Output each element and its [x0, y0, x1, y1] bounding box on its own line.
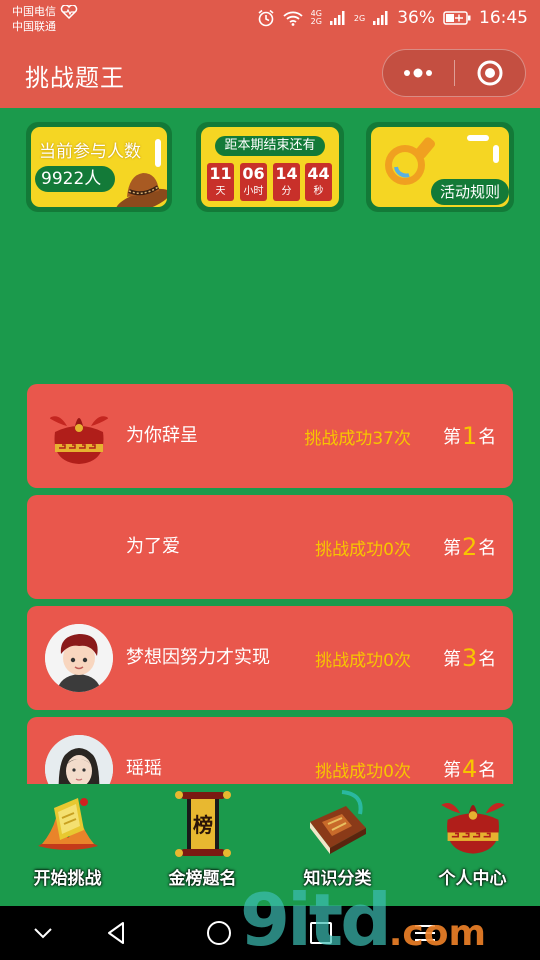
countdown-card: 距本期结束还有 11 天 06 小时 14 分 44 秒 — [196, 122, 344, 212]
clock: 16:45 — [479, 8, 528, 28]
trophy-icon — [38, 798, 98, 850]
countdown-minutes: 14 分 — [273, 163, 300, 201]
system-nav-bar: 9itd.com — [0, 884, 540, 960]
ranking-item[interactable]: 瑶瑶 挑战成功0次 第4名 — [27, 717, 513, 784]
rank-number: 3 — [462, 644, 478, 672]
girl-photo-avatar — [45, 735, 113, 784]
close-mini-program-button[interactable] — [455, 49, 526, 97]
participants-count: 9922人 — [35, 166, 116, 192]
wifi-icon — [282, 11, 303, 26]
title-bar: 挑战题王 — [0, 38, 540, 108]
rank-position: 第4名 — [443, 755, 497, 783]
scroll-character: 榜 — [193, 813, 213, 837]
signal-icon-1 — [329, 11, 345, 25]
rank-number: 1 — [462, 422, 478, 450]
target-close-icon — [477, 60, 503, 86]
status-bar: 中国电信 中国联通 4G 2G 2G 36% 16:45 — [0, 0, 540, 38]
signal-icon-2 — [373, 11, 388, 25]
back-icon[interactable] — [102, 918, 132, 948]
network-type-1: 4G 2G — [310, 9, 322, 26]
cowboy-hat-icon — [116, 173, 167, 207]
countdown-heading: 距本期结束还有 — [215, 136, 325, 156]
cartoon-boy-avatar — [45, 624, 113, 692]
network-type-2: 2G — [353, 13, 366, 23]
carrier-info: 中国电信 中国联通 — [12, 4, 78, 34]
scroll-icon: 榜 — [175, 791, 231, 857]
lucky-bag-icon — [49, 416, 109, 464]
ranking-item[interactable]: 为你辞呈 挑战成功37次 第1名 — [27, 384, 513, 488]
rank-number: 4 — [462, 755, 478, 783]
page-title: 挑战题王 — [25, 64, 125, 92]
user-name: 瑶瑶 — [126, 758, 162, 779]
more-dots-icon — [404, 68, 433, 78]
carrier-1: 中国电信 — [12, 5, 56, 18]
challenge-count: 挑战成功0次 — [315, 539, 411, 560]
user-name: 为你辞呈 — [126, 425, 198, 446]
user-name: 梦想因努力才实现 — [126, 647, 270, 668]
avatar — [45, 735, 113, 784]
more-menu-button[interactable] — [383, 49, 454, 97]
participants-card: 当前参与人数 9922人 — [26, 122, 172, 212]
challenge-count: 挑战成功0次 — [315, 761, 411, 782]
card-corner-highlight — [467, 135, 499, 163]
ranking-list[interactable]: 为你辞呈 挑战成功37次 第1名 为了爱 挑战成功0次 第2名 梦想因努力才实现… — [0, 384, 540, 784]
rank-position: 第1名 — [443, 422, 497, 450]
challenge-count: 挑战成功0次 — [315, 650, 411, 671]
countdown-seconds: 44 秒 — [305, 163, 332, 201]
alarm-icon — [258, 9, 274, 27]
user-name: 为了爱 — [126, 536, 180, 557]
avatar — [45, 513, 113, 581]
tab-label: 开始挑战 — [33, 869, 102, 889]
countdown-days: 11 天 — [207, 163, 234, 201]
home-icon[interactable] — [204, 918, 234, 948]
chevron-down-icon[interactable] — [28, 918, 58, 948]
rank-position: 第2名 — [443, 533, 497, 561]
avatar — [45, 624, 113, 692]
watermark: 9itd.com — [240, 878, 486, 960]
ranking-item[interactable]: 梦想因努力才实现 挑战成功0次 第3名 — [27, 606, 513, 710]
battery-percent: 36% — [397, 8, 435, 28]
lucky-bag-icon — [441, 803, 505, 854]
battery-icon — [443, 11, 471, 25]
book-icon — [310, 790, 366, 854]
heart-rate-icon — [60, 4, 78, 19]
participants-label: 当前参与人数 — [39, 142, 141, 162]
card-highlight — [155, 139, 161, 167]
countdown-hours: 06 小时 — [240, 163, 267, 201]
avatar — [45, 402, 113, 470]
rank-position: 第3名 — [443, 644, 497, 672]
carrier-2: 中国联通 — [12, 20, 56, 33]
rank-number: 2 — [462, 533, 478, 561]
tab-start-challenge[interactable]: 开始挑战 — [0, 784, 135, 906]
rules-card[interactable]: 活动规则 — [366, 122, 514, 212]
mini-program-capsule — [382, 49, 526, 97]
ranking-item[interactable]: 为了爱 挑战成功0次 第2名 — [27, 495, 513, 599]
rules-button[interactable]: 活动规则 — [431, 179, 509, 205]
challenge-count: 挑战成功37次 — [304, 428, 411, 449]
